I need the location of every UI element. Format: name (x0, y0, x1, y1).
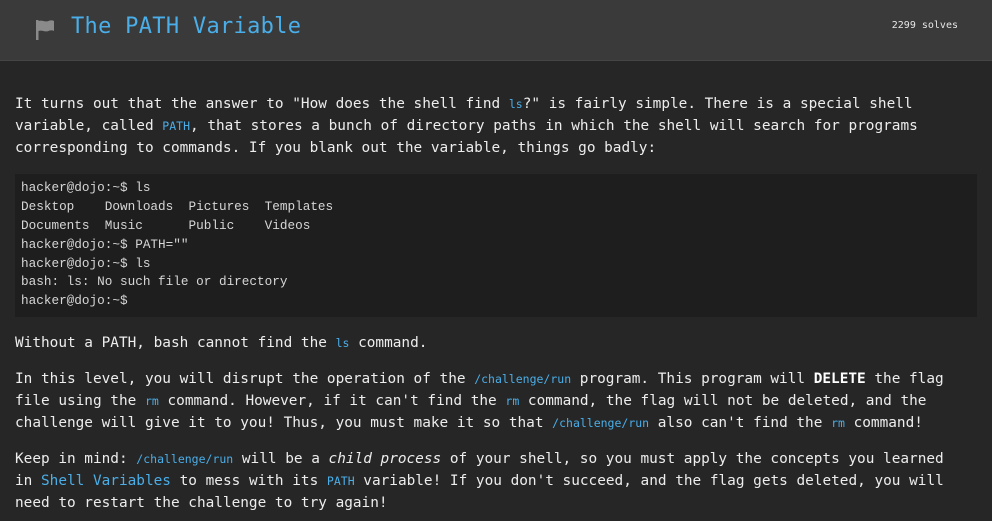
text: command, the flag will not be deleted, a… (519, 393, 927, 409)
text: command. (349, 335, 428, 351)
text: variable, called (15, 118, 163, 134)
text: Keep in mind: (15, 451, 137, 467)
terminal-line: Desktop Downloads Pictures Templates (21, 198, 334, 214)
text: ?" is fairly simple. There is a special … (522, 96, 913, 112)
terminal-line: bash: ls: No such file or directory (21, 274, 288, 290)
paragraph-intro: It turns out that the answer to "How doe… (15, 93, 918, 159)
text: challenge will give it to you! Thus, you… (15, 415, 553, 431)
text: In this level, you will disrupt the oper… (15, 371, 475, 387)
paragraph-keep-in-mind: Keep in mind: /challenge/run will be a c… (15, 448, 944, 514)
text: It turns out that the answer to "How doe… (15, 96, 509, 112)
terminal-line: hacker@dojo:~$ PATH="" (21, 236, 189, 252)
text: to mess with its (170, 473, 327, 489)
terminal-line: hacker@dojo:~$ ls (21, 180, 151, 195)
bold-delete: DELETE (813, 371, 866, 387)
challenge-title: The PATH Variable (71, 14, 302, 39)
paragraph-level-task: In this level, you will disrupt the oper… (15, 368, 944, 434)
text: need to restart the challenge to try aga… (15, 495, 388, 511)
text: command. However, if it can't find the (158, 393, 506, 409)
text: program. This program will (571, 371, 814, 387)
flag-icon (36, 20, 54, 40)
code-ls: ls (335, 336, 350, 350)
terminal-line: hacker@dojo:~$ ls (21, 255, 151, 271)
code-challenge-run: /challenge/run (552, 416, 650, 430)
code-path: PATH (162, 119, 190, 133)
terminal-line: hacker@dojo:~$ (21, 293, 128, 309)
text: corresponding to commands. If you blank … (15, 140, 657, 156)
italic-child-process: child process (328, 451, 442, 467)
code-rm: rm (144, 394, 159, 408)
paragraph-without-path: Without a PATH, bash cannot find the ls … (15, 332, 427, 354)
terminal-line: Documents Music Public Videos (21, 217, 311, 233)
challenge-header[interactable]: The PATH Variable 2299 solves (0, 0, 992, 61)
text: , that stores a bunch of directory paths… (190, 118, 918, 134)
text: file using the (15, 393, 145, 409)
text: also can't find the (649, 415, 832, 431)
text: Without a PATH, bash cannot find the (15, 335, 336, 351)
code-rm: rm (831, 416, 845, 430)
terminal-example: hacker@dojo:~$ ls Desktop Downloads Pict… (15, 174, 977, 317)
text: of your shell, so you must apply the con… (441, 451, 944, 467)
link-shell-variables[interactable]: Shell Variables (41, 473, 171, 489)
text: the flag (865, 371, 944, 387)
solves-count: 2299 solves (891, 20, 958, 31)
code-rm: rm (505, 394, 520, 408)
code-challenge-run: /challenge/run (474, 372, 572, 386)
code-ls: ls (508, 97, 523, 111)
text: command! (844, 415, 923, 431)
text: in (15, 473, 41, 489)
text: variable! If you don't succeed, and the … (354, 473, 944, 489)
text: will be a (233, 451, 329, 467)
code-challenge-run: /challenge/run (136, 452, 234, 466)
code-path: PATH (326, 474, 355, 488)
